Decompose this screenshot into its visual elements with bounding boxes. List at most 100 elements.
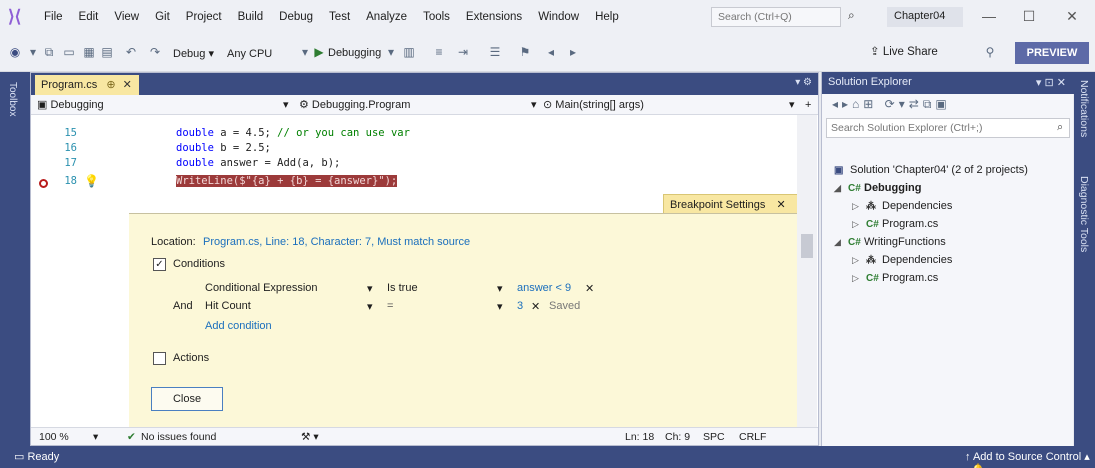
tree-item-program-cs[interactable]: ▷ C# Program.cs <box>852 272 938 284</box>
tree-item-program-cs[interactable]: ▷ C# Program.cs <box>852 218 938 230</box>
bookmark-icon[interactable]: ⚑ <box>518 45 532 59</box>
close-breakpoint-settings-icon[interactable]: ✕ <box>776 199 785 211</box>
column-indicator[interactable]: Ch: 9 <box>665 430 690 444</box>
platform-dropdown-icon[interactable]: ▾ <box>298 45 312 59</box>
line-indicator[interactable]: Ln: 18 <box>625 430 654 444</box>
start-debugging-button[interactable]: Debugging <box>328 44 381 62</box>
member-dropdown[interactable]: ⊙ Main(string[] args) <box>543 97 644 113</box>
menu-project[interactable]: Project <box>178 11 230 23</box>
code-line[interactable]: double a = 4.5; // or you can use var <box>176 127 410 139</box>
pin-icon[interactable]: ⊕ <box>106 79 115 91</box>
location-link[interactable]: Program.cs, Line: 18, Character: 7, Must… <box>203 236 470 248</box>
preview-button[interactable]: PREVIEW <box>1015 42 1089 64</box>
account-icon[interactable]: ⚲ <box>983 45 997 59</box>
menu-debug[interactable]: Debug <box>271 11 321 23</box>
vertical-scrollbar[interactable] <box>797 115 817 427</box>
notifications-tab[interactable]: Notifications <box>1078 80 1090 137</box>
diagnostic-tools-tab[interactable]: Diagnostic Tools <box>1078 176 1090 252</box>
lightbulb-icon[interactable]: 💡 <box>84 174 99 188</box>
menu-git[interactable]: Git <box>147 11 178 23</box>
hit-type-dropdown-icon[interactable]: ▾ <box>367 300 373 313</box>
platform-dropdown[interactable]: Any CPU <box>222 44 277 62</box>
split-icon[interactable]: + <box>805 97 811 113</box>
open-icon[interactable]: ▭ <box>62 45 76 59</box>
conditions-checkbox[interactable]: ✓ <box>153 258 166 271</box>
project-node-debugging[interactable]: ◢ C# Debugging <box>834 182 921 194</box>
maximize-icon[interactable]: ☐ <box>1015 6 1043 26</box>
project-dropdown-icon[interactable]: ▾ <box>283 97 289 113</box>
start-dropdown-icon[interactable]: ▾ <box>384 45 398 59</box>
line-ending-indicator[interactable]: CRLF <box>739 430 766 444</box>
config-dropdown[interactable]: Debug ▾ <box>168 44 219 62</box>
code-line[interactable]: double answer = Add(a, b); <box>176 157 340 169</box>
project-node-writingfunctions[interactable]: ◢ C# WritingFunctions <box>834 236 946 248</box>
tab-program-cs[interactable]: Program.cs ⊕ ✕ <box>35 75 139 95</box>
hit-count-input[interactable]: 3 <box>517 300 523 312</box>
menu-file[interactable]: File <box>36 11 71 23</box>
comment-icon[interactable]: ≡ <box>432 45 446 59</box>
close-window-icon[interactable]: ✕ <box>1058 6 1086 26</box>
menu-edit[interactable]: Edit <box>71 11 107 23</box>
solution-explorer-toolbar[interactable]: ◂▸⌂⊞ ⟳▾⇄⧉▣ <box>822 94 1074 116</box>
condition-type-dropdown-icon[interactable]: ▾ <box>367 282 373 295</box>
nav-dropdown-icon[interactable]: ▾ <box>26 45 40 59</box>
condition-type-dropdown[interactable]: Conditional Expression <box>205 282 318 294</box>
new-item-icon[interactable]: ⧉ <box>42 45 56 59</box>
hit-count-dropdown[interactable]: Hit Count <box>205 300 251 312</box>
collapsed-icon[interactable]: ▷ <box>852 201 866 212</box>
add-to-source-control-button[interactable]: ↑ Add to Source Control ▴ 🔔 <box>965 450 1095 468</box>
save-icon[interactable]: ▦ <box>82 45 96 59</box>
menu-tools[interactable]: Tools <box>415 11 458 23</box>
menu-help[interactable]: Help <box>587 11 627 23</box>
bookmark-prev-icon[interactable]: ◂ <box>544 45 558 59</box>
actions-checkbox[interactable] <box>153 352 166 365</box>
search-icon[interactable]: ⌕ <box>1057 121 1063 134</box>
hit-op-dropdown-icon[interactable]: ▾ <box>497 300 503 313</box>
indent-icon[interactable]: ⇥ <box>456 45 470 59</box>
class-dropdown[interactable]: ⚙ Debugging.Program <box>299 97 410 113</box>
minimize-icon[interactable]: — <box>975 6 1003 26</box>
collapsed-icon[interactable]: ▷ <box>852 273 866 284</box>
remove-hit-count-icon[interactable]: ✕ <box>531 300 540 313</box>
whitespace-indicator[interactable]: SPC <box>703 430 725 444</box>
condition-op-dropdown-icon[interactable]: ▾ <box>497 282 503 295</box>
format-icon[interactable]: ☰ <box>488 45 502 59</box>
class-dropdown-icon[interactable]: ▾ <box>531 97 537 113</box>
expanded-icon[interactable]: ◢ <box>834 237 848 248</box>
pane-controls-icon[interactable]: ▾ ⊡ ✕ <box>1036 76 1066 89</box>
menu-build[interactable]: Build <box>230 11 272 23</box>
condition-expression-input[interactable]: answer < 9 <box>517 282 571 294</box>
toolbox-tab[interactable]: Toolbox <box>7 82 18 116</box>
close-tab-icon[interactable]: ✕ <box>123 79 132 91</box>
live-share-button[interactable]: ⇪ Live Share <box>870 44 938 58</box>
code-line[interactable]: double b = 2.5; <box>176 142 271 154</box>
collapsed-icon[interactable]: ▷ <box>852 255 866 266</box>
bookmark-next-icon[interactable]: ▸ <box>566 45 580 59</box>
condition-op-dropdown[interactable]: Is true <box>387 282 418 294</box>
issues-status[interactable]: No issues found <box>141 430 216 444</box>
notifications-bell-icon[interactable]: 🔔 <box>971 464 985 468</box>
expanded-icon[interactable]: ◢ <box>834 183 848 194</box>
remove-condition-icon[interactable]: ✕ <box>585 282 594 295</box>
menu-extensions[interactable]: Extensions <box>458 11 530 23</box>
zoom-dropdown-icon[interactable]: ▾ <box>93 430 98 444</box>
solution-search-input[interactable]: Search Solution Explorer (Ctrl+;) ⌕ <box>826 118 1070 138</box>
diagnostics-icon[interactable]: ▥ <box>402 45 416 59</box>
redo-icon[interactable]: ↷ <box>148 45 162 59</box>
breakpoint-icon[interactable] <box>39 179 48 188</box>
menu-test[interactable]: Test <box>321 11 358 23</box>
search-input[interactable]: Search (Ctrl+Q) <box>711 7 841 27</box>
add-condition-link[interactable]: Add condition <box>205 320 272 332</box>
member-dropdown-icon[interactable]: ▾ <box>789 97 795 113</box>
code-cleanup-icon[interactable]: ⚒ ▾ <box>301 430 319 444</box>
visual-studio-logo-icon[interactable]: ⟩⟨ <box>8 8 30 26</box>
start-icon[interactable]: ▶ <box>312 45 326 59</box>
collapsed-icon[interactable]: ▷ <box>852 219 866 230</box>
code-line-breakpoint[interactable]: WriteLine($"{a} + {b} = {answer}"); <box>176 175 398 187</box>
close-button[interactable]: Close <box>151 387 223 411</box>
menu-analyze[interactable]: Analyze <box>358 11 415 23</box>
zoom-dropdown[interactable]: 100 % <box>39 430 69 444</box>
hit-op-dropdown[interactable]: = <box>387 300 393 312</box>
project-dropdown[interactable]: ▣ Debugging <box>37 97 104 113</box>
back-icon[interactable]: ◉ <box>8 45 22 59</box>
